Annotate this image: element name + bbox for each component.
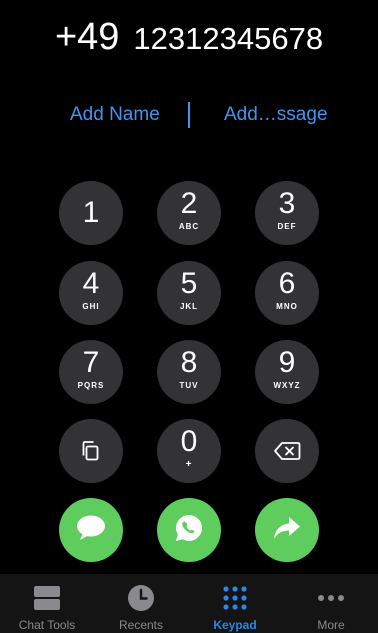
forward-button[interactable] — [255, 498, 319, 562]
country-code: +49 — [54, 16, 120, 58]
key-digit: 5 — [180, 267, 198, 300]
key-0[interactable]: 0 + — [157, 419, 221, 483]
paste-button[interactable] — [59, 419, 123, 483]
chat-tools-icon — [0, 584, 94, 612]
add-name-link[interactable]: Add Name — [70, 104, 160, 126]
key-letters: MNO — [276, 302, 298, 311]
tab-label: Recents — [118, 618, 164, 632]
add-message-link[interactable]: Add…ssage — [224, 104, 328, 126]
keypad-icon — [188, 584, 282, 612]
phone-number: 12312345678 — [133, 21, 324, 56]
message-button[interactable] — [59, 498, 123, 562]
key-letters: DEF — [277, 222, 297, 231]
key-2[interactable]: 2 ABC — [157, 181, 221, 245]
delete-button[interactable] — [255, 419, 319, 483]
contact-actions: Add Name Add…ssage — [0, 100, 378, 134]
key-letters: GHI — [82, 302, 100, 311]
key-7[interactable]: 7 PQRS — [59, 340, 123, 404]
key-8[interactable]: 8 TUV — [157, 340, 221, 404]
tab-label: More — [317, 618, 345, 632]
clock-icon — [94, 584, 188, 612]
key-digit: 7 — [82, 346, 100, 379]
tab-recents[interactable]: Recents — [94, 574, 188, 633]
key-digit: 1 — [82, 196, 100, 229]
key-letters: TUV — [179, 381, 199, 390]
backspace-icon — [255, 419, 319, 483]
key-letters: PQRS — [77, 381, 105, 390]
key-digit: 6 — [278, 267, 296, 300]
tab-label: Chat Tools — [18, 618, 76, 632]
key-9[interactable]: 9 WXYZ — [255, 340, 319, 404]
share-arrow-icon — [272, 515, 302, 546]
tab-label: Keypad — [213, 618, 257, 632]
tab-bar: Chat Tools Recents Keypad More — [0, 574, 378, 633]
dialer-screen: +49 12312345678 Add Name Add…ssage 1 2 AB… — [0, 0, 378, 633]
key-digit: 2 — [180, 187, 198, 220]
key-1[interactable]: 1 — [59, 181, 123, 245]
key-6[interactable]: 6 MNO — [255, 261, 319, 325]
dialed-number-display: +49 12312345678 — [0, 16, 378, 59]
tab-chat-tools[interactable]: Chat Tools — [0, 574, 94, 633]
whatsapp-call-button[interactable] — [157, 498, 221, 562]
key-letters: JKL — [179, 302, 199, 311]
tab-more[interactable]: More — [284, 574, 378, 633]
key-digit: 8 — [180, 346, 198, 379]
action-divider — [188, 102, 190, 128]
key-4[interactable]: 4 GHI — [59, 261, 123, 325]
key-5[interactable]: 5 JKL — [157, 261, 221, 325]
key-letters: WXYZ — [273, 381, 301, 390]
key-digit: 9 — [278, 346, 296, 379]
key-digit: 0 — [180, 425, 198, 458]
key-digit: 4 — [82, 267, 100, 300]
key-3[interactable]: 3 DEF — [255, 181, 319, 245]
copy-paste-icon — [59, 419, 123, 483]
chat-bubble-icon — [75, 514, 107, 547]
key-digit: 3 — [278, 187, 296, 220]
whatsapp-call-icon — [173, 512, 205, 549]
more-dots-icon — [284, 584, 378, 612]
tab-keypad[interactable]: Keypad — [188, 574, 282, 633]
key-letters: + — [185, 459, 193, 470]
key-letters: ABC — [178, 222, 200, 231]
